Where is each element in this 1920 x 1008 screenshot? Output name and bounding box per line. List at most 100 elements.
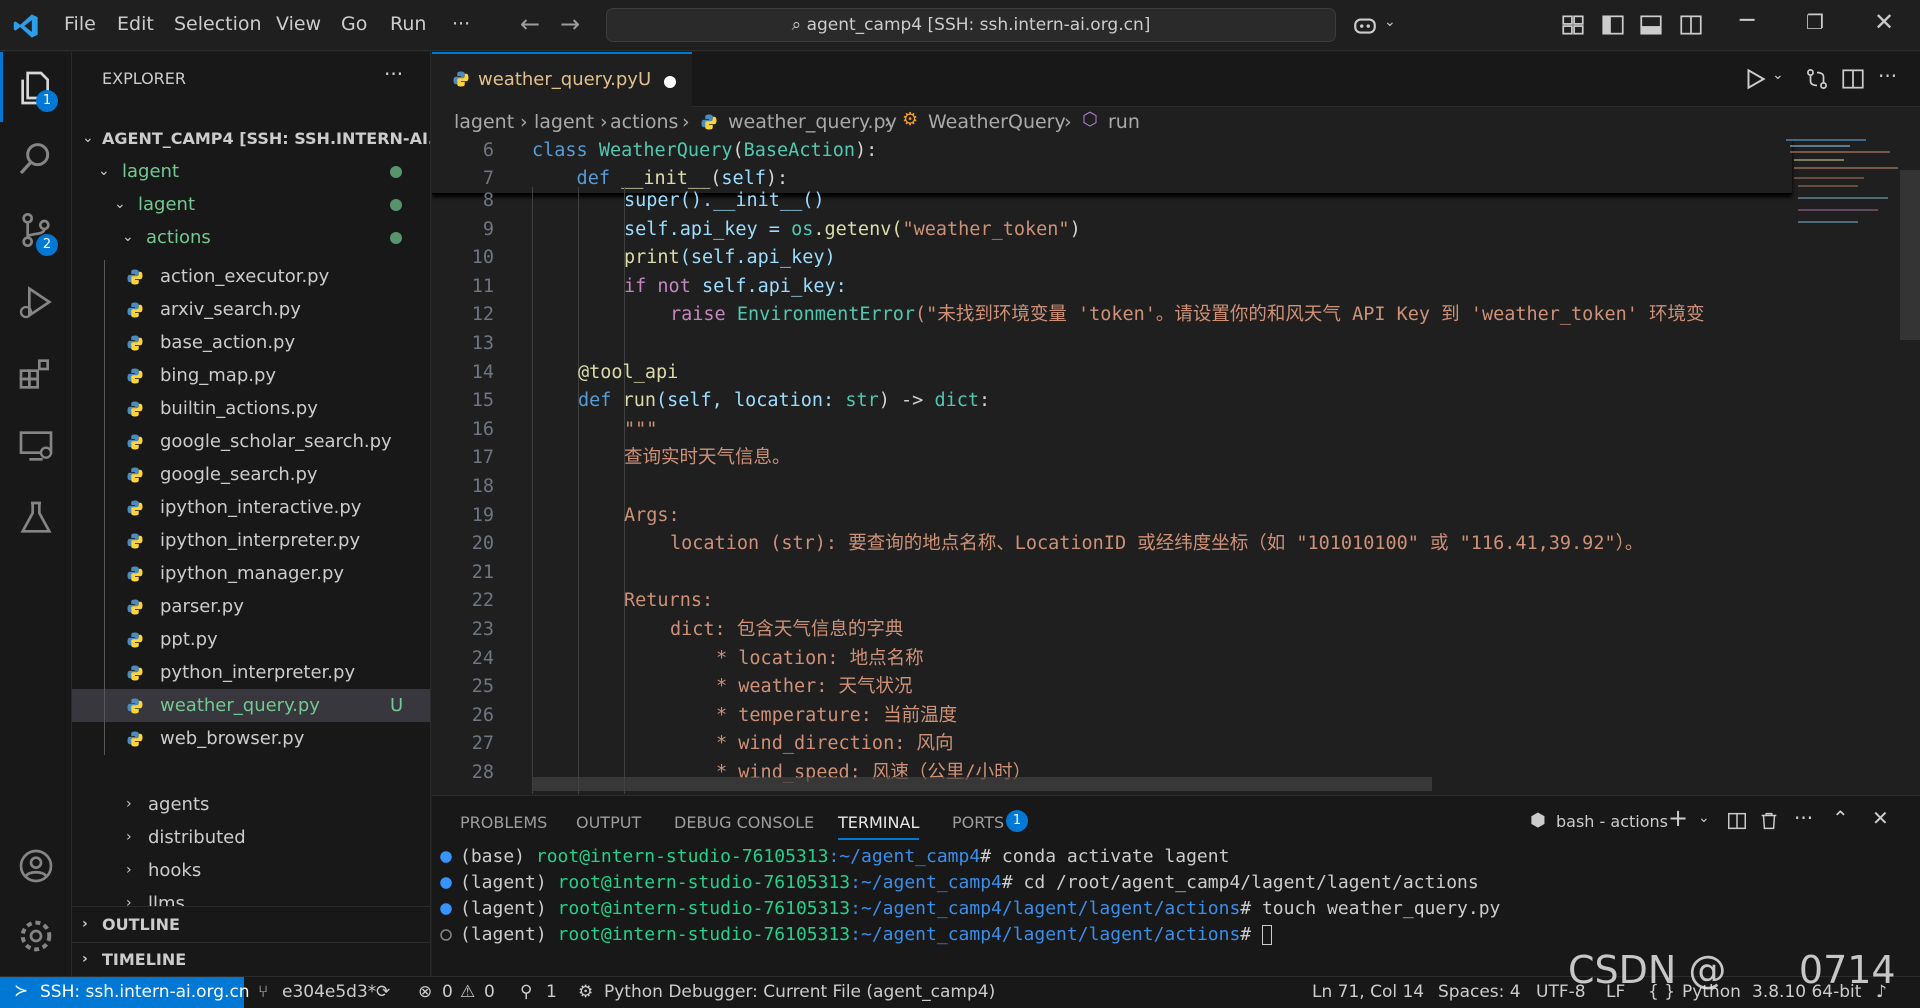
file-item[interactable]: weather_query.py U xyxy=(72,689,430,722)
indentation[interactable]: Spaces: 4 xyxy=(1438,982,1521,1002)
debug-config[interactable]: Python Debugger: Current File (agent_cam… xyxy=(604,982,995,1002)
command-decoration-icon[interactable] xyxy=(440,851,452,863)
customize-layout-icon[interactable] xyxy=(1560,12,1586,38)
menu-file[interactable]: File xyxy=(64,13,96,35)
workspace-root[interactable]: ⌄ AGENT_CAMP4 [SSH: SSH.INTERN-AI.O... xyxy=(72,122,430,155)
toggle-sidebar-icon[interactable] xyxy=(1600,12,1626,38)
close-window-icon[interactable]: ✕ xyxy=(1874,8,1894,36)
remote-indicator[interactable]: ≻ SSH: ssh.intern-ai.org.cn xyxy=(0,977,250,1008)
sync-icon[interactable]: ⟳ xyxy=(376,982,390,1002)
file-item[interactable]: ipython_manager.py xyxy=(72,557,430,590)
copilot-icon[interactable] xyxy=(1352,12,1378,38)
python-file-icon xyxy=(127,731,143,747)
minimap[interactable] xyxy=(1780,137,1900,794)
extensions-icon[interactable] xyxy=(16,354,56,394)
class-symbol-icon: ⚙ xyxy=(902,109,919,130)
tab-problems[interactable]: PROBLEMS xyxy=(460,813,547,832)
file-item[interactable]: parser.py xyxy=(72,590,430,623)
split-terminal-icon[interactable] xyxy=(1726,810,1748,832)
menu-run[interactable]: Run xyxy=(390,13,426,35)
restore-icon[interactable]: ❐ xyxy=(1806,10,1824,34)
file-item[interactable]: web_browser.py xyxy=(72,722,430,755)
file-item[interactable]: base_action.py xyxy=(72,326,430,359)
warning-count[interactable]: 0 xyxy=(484,982,495,1002)
file-item[interactable]: bing_map.py xyxy=(72,359,430,392)
tab-debug-console[interactable]: DEBUG CONSOLE xyxy=(674,813,814,832)
file-item[interactable]: google_search.py xyxy=(72,458,430,491)
horizontal-scrollbar[interactable] xyxy=(532,777,1432,791)
back-arrow-icon[interactable]: ← xyxy=(520,10,540,38)
folder-lagent-root[interactable]: ⌄ lagent xyxy=(72,155,430,188)
error-count[interactable]: 0 xyxy=(442,982,453,1002)
vertical-scrollbar[interactable] xyxy=(1900,170,1920,340)
tab-ports[interactable]: PORTS xyxy=(952,813,1004,832)
breadcrumb-item[interactable]: lagent xyxy=(454,111,514,133)
cursor-position[interactable]: Ln 71, Col 14 xyxy=(1312,982,1424,1002)
explorer-more-icon[interactable]: ··· xyxy=(384,62,403,86)
folder-actions[interactable]: ⌄ actions xyxy=(72,221,430,254)
forward-arrow-icon[interactable]: → xyxy=(560,10,580,38)
tab-weather-query[interactable]: weather_query.py U xyxy=(432,52,692,107)
breadcrumb-item[interactable]: WeatherQuery xyxy=(928,111,1066,133)
run-debug-icon[interactable] xyxy=(16,282,56,322)
run-chevron-down-icon[interactable]: ⌄ xyxy=(1772,67,1784,83)
ports-count[interactable]: 1 xyxy=(546,982,557,1002)
breadcrumb-item[interactable]: actions xyxy=(610,111,678,133)
run-file-play-icon[interactable] xyxy=(1742,66,1768,92)
file-item[interactable]: ipython_interactive.py xyxy=(72,491,430,524)
tab-output[interactable]: OUTPUT xyxy=(576,813,641,832)
account-icon[interactable] xyxy=(16,846,56,886)
vscode-logo-icon[interactable] xyxy=(12,12,40,40)
file-item[interactable]: ppt.py xyxy=(72,623,430,656)
menu-edit[interactable]: Edit xyxy=(117,13,154,35)
command-center[interactable]: ⌕ agent_camp4 [SSH: ssh.intern-ai.org.cn… xyxy=(606,8,1336,42)
file-item[interactable]: google_scholar_search.py xyxy=(72,425,430,458)
search-icon[interactable] xyxy=(16,138,56,178)
git-branch[interactable]: e304e5d3* xyxy=(282,982,376,1002)
breadcrumb-item[interactable]: lagent xyxy=(534,111,594,133)
folder-agents[interactable]: › agents xyxy=(72,788,430,821)
toggle-secondary-sidebar-icon[interactable] xyxy=(1678,12,1704,38)
split-editor-icon[interactable] xyxy=(1840,66,1866,92)
menu-selection[interactable]: Selection xyxy=(174,13,262,35)
panel-more-icon[interactable]: ··· xyxy=(1794,806,1813,830)
minimize-icon[interactable]: ─ xyxy=(1740,6,1754,34)
folder-hooks[interactable]: › hooks xyxy=(72,854,430,887)
folder-lagent-sub[interactable]: ⌄ lagent xyxy=(72,188,430,221)
command-decoration-icon[interactable] xyxy=(440,929,452,941)
command-center-label: agent_camp4 [SSH: ssh.intern-ai.org.cn] xyxy=(806,15,1151,35)
settings-gear-icon[interactable] xyxy=(16,916,56,956)
terminal-shell-label[interactable]: bash - actions xyxy=(1556,812,1668,831)
file-item[interactable]: builtin_actions.py xyxy=(72,392,430,425)
editor-more-icon[interactable]: ··· xyxy=(1878,64,1897,88)
new-terminal-plus-icon[interactable]: + xyxy=(1668,804,1688,832)
outline-header[interactable]: › OUTLINE xyxy=(72,908,431,941)
compare-changes-icon[interactable] xyxy=(1804,66,1830,92)
chevron-right-icon: › xyxy=(82,916,88,932)
testing-flask-icon[interactable] xyxy=(16,498,56,538)
search-icon: ⌕ xyxy=(791,15,807,35)
file-item[interactable]: python_interpreter.py xyxy=(72,656,430,689)
tab-terminal[interactable]: TERMINAL xyxy=(838,813,920,840)
file-item[interactable]: action_executor.py xyxy=(72,260,430,293)
menu-more[interactable]: ··· xyxy=(452,13,470,35)
copilot-chevron-down-icon[interactable]: ⌄ xyxy=(1384,14,1396,30)
folder-distributed[interactable]: › distributed xyxy=(72,821,430,854)
file-item[interactable]: ipython_interpreter.py xyxy=(72,524,430,557)
code-editor[interactable]: 6 class WeatherQuery(BaseAction): 7 def _… xyxy=(432,137,1920,794)
timeline-header[interactable]: › TIMELINE xyxy=(72,942,431,975)
toggle-panel-icon[interactable] xyxy=(1638,12,1664,38)
breadcrumb-item[interactable]: run xyxy=(1108,111,1140,133)
menu-view[interactable]: View xyxy=(276,13,321,35)
maximize-panel-chevron-up-icon[interactable]: ⌃ xyxy=(1832,806,1849,830)
command-decoration-icon[interactable] xyxy=(440,877,452,889)
menu-go[interactable]: Go xyxy=(341,13,367,35)
file-item[interactable]: arxiv_search.py xyxy=(72,293,430,326)
command-decoration-icon[interactable] xyxy=(440,903,452,915)
terminal-chevron-down-icon[interactable]: ⌄ xyxy=(1698,810,1710,826)
remote-explorer-icon[interactable] xyxy=(16,426,56,466)
breadcrumb-item[interactable]: weather_query.py xyxy=(728,111,897,133)
close-panel-icon[interactable]: ✕ xyxy=(1872,806,1889,830)
unsaved-dot-icon[interactable] xyxy=(664,76,676,88)
trash-icon[interactable] xyxy=(1758,810,1780,832)
